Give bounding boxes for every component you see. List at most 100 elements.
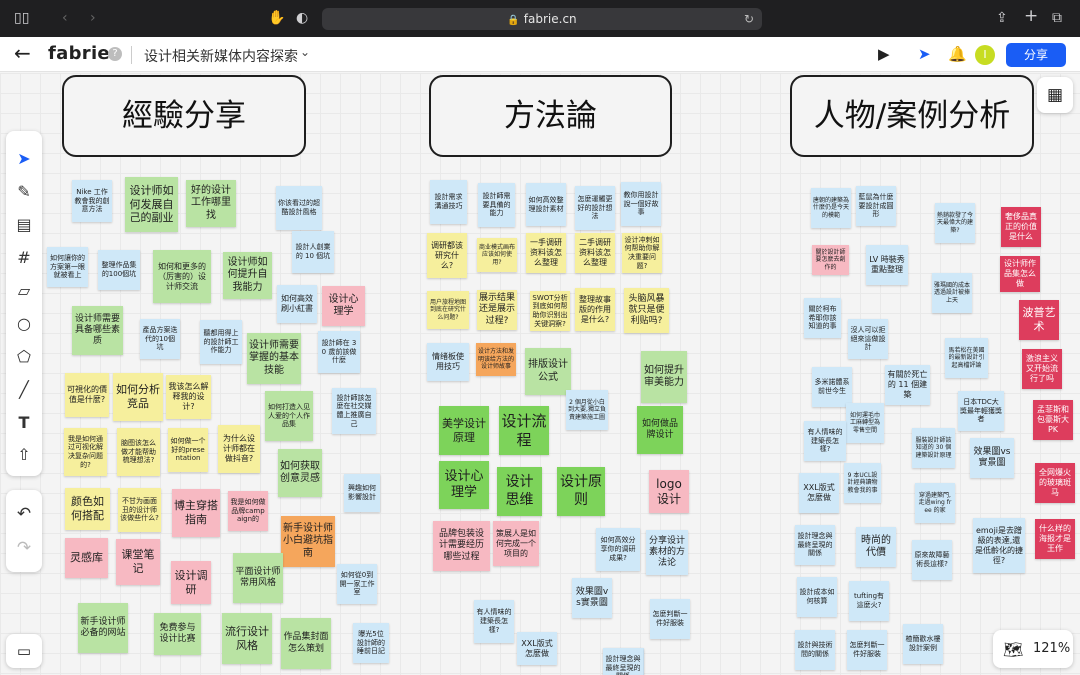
sticky-note[interactable]: 可視化的價值是什麼?	[65, 373, 109, 417]
sticky-note[interactable]: 如何提升审美能力	[641, 351, 687, 403]
sticky-note[interactable]: 如何高效刷小紅書	[277, 285, 317, 323]
line-tool-icon[interactable]: ╱	[6, 380, 42, 400]
sticky-note[interactable]: 排版设计公式	[525, 348, 571, 395]
sticky-note[interactable]: 免费参与设计比赛	[154, 613, 201, 655]
sticky-note[interactable]: 商业模式画布应该如何使用?	[477, 238, 517, 272]
upload-icon[interactable]: ⇧	[6, 445, 42, 465]
sticky-note[interactable]: 作品集封面怎么策划	[281, 618, 331, 669]
sticky-note[interactable]: 楂簡歡水樓設計案例	[903, 624, 943, 664]
sticky-note[interactable]: 颜色如何搭配	[65, 488, 110, 530]
sticky-note[interactable]: 一手调研资料该怎么整理	[526, 233, 566, 273]
sticky-note[interactable]: 如何從0到開一家工作室	[337, 564, 377, 604]
section-header[interactable]: 人物/案例分析	[790, 75, 1034, 157]
sticky-note[interactable]: 头脑风暴就只是便利贴吗?	[624, 288, 669, 333]
sticky-note[interactable]: 關於設計師要怎麼去創作的	[812, 245, 849, 275]
avatar[interactable]: I	[975, 45, 995, 65]
panel-toggle-icon[interactable]: ▭	[6, 634, 42, 668]
sticky-note[interactable]: 流行设计风格	[222, 613, 272, 664]
sticky-note[interactable]: 雅瑪國的成本透過設計被捧上天	[932, 273, 972, 313]
redo-icon[interactable]: ↷	[6, 538, 42, 558]
cursor-icon[interactable]: ➤	[918, 45, 931, 63]
sticky-note[interactable]: 2 個月從小白到大要,獨立負責建築施工圖	[566, 390, 608, 430]
sticky-note[interactable]: 穿過建築門,走過wing free 的家	[915, 483, 955, 523]
pen-tool-icon[interactable]: ✎	[6, 182, 42, 202]
extension-icon[interactable]: ✋	[268, 10, 285, 26]
sticky-note[interactable]: 波普艺术	[1019, 300, 1059, 340]
sticky-note[interactable]: 孟菲斯和包豪斯大PK	[1033, 400, 1073, 440]
sticky-note[interactable]: 設計需求溝通技巧	[430, 180, 467, 224]
sticky-note[interactable]: 品牌包装设计需要经历哪些过程	[433, 521, 490, 571]
sticky-note[interactable]: 情绪板使用技巧	[427, 343, 469, 381]
sticky-note[interactable]: 脑图该怎么做才能帮助梳理想法?	[117, 428, 160, 476]
sticky-note[interactable]: 设计师如何提升自我能力	[223, 252, 272, 299]
sticky-note[interactable]: 怎麼判斷一件好服裝	[650, 599, 690, 639]
sticky-note[interactable]: 二手调研资料该怎么整理	[575, 233, 615, 273]
sticky-note[interactable]: 產品方案迭代的10個坑	[140, 319, 180, 359]
reload-icon[interactable]: ↻	[744, 8, 754, 30]
text-tool-icon[interactable]: T	[6, 413, 42, 433]
sticky-note[interactable]: 如何和更多的（厉害的）设计师交流	[153, 250, 211, 303]
app-logo[interactable]: fabrie	[48, 43, 110, 64]
sticky-note[interactable]: 如何获取创意灵感	[278, 449, 322, 497]
sticky-note[interactable]: SWOT分析到底如何帮助你识别出关键洞察?	[530, 291, 570, 331]
sticky-note[interactable]: 怎麼運觸更好的設計想法	[575, 186, 615, 230]
sticky-note[interactable]: 设计师需要掌握的基本技能	[247, 333, 301, 384]
sticky-note[interactable]: 你该看过的超酷設計風格	[276, 186, 322, 230]
sticky-note[interactable]: 设计心理学	[439, 461, 489, 509]
sticky-note[interactable]: 唐朝的建築為什麼仍是今天的模範	[811, 188, 851, 228]
sticky-note[interactable]: 原來故障藝術長這樣?	[912, 540, 952, 580]
sticky-note[interactable]: 如何高效整理設計素材	[526, 183, 566, 226]
sticky-note[interactable]: 效果圖vs實景圖	[970, 438, 1014, 478]
sticky-note[interactable]: 日本TDC大獎最年輕獲獎者	[958, 391, 1004, 431]
sticky-note[interactable]: 分享设计素材的方法论	[646, 530, 688, 575]
sticky-note[interactable]: 策展人是如何完成一个项目的	[493, 521, 539, 566]
sticky-note[interactable]: 设计流程	[499, 406, 549, 455]
sticky-note[interactable]: 奢侈品真正的价值是什么	[1001, 207, 1041, 247]
sticky-note[interactable]: 如何做品牌设计	[637, 406, 683, 454]
sticky-note[interactable]: 設計人創業的 10 個坑	[292, 231, 334, 273]
sticky-note[interactable]: 设计师作品集怎么做	[1000, 256, 1040, 292]
sticky-note[interactable]: 美学设计原理	[439, 406, 489, 455]
sticky-note[interactable]: 聽都用得上的設計師工作能力	[200, 320, 242, 364]
sticky-note[interactable]: 我该怎么解释我的设计?	[166, 375, 211, 419]
section-header[interactable]: 方法論	[429, 75, 672, 157]
share-button[interactable]: 分享	[1006, 43, 1066, 67]
map-icon[interactable]: 🗺	[1003, 640, 1023, 659]
sticky-note[interactable]: 整理故事版的作用是什么?	[575, 288, 615, 331]
sticky-note[interactable]: 灵感库	[65, 538, 108, 578]
sticky-note[interactable]: 設計與技術間的關係	[795, 630, 835, 670]
layout-tool-icon[interactable]: ▤	[6, 215, 42, 235]
sticky-note[interactable]: 興趣如何影響設計	[344, 474, 380, 512]
sticky-note[interactable]: 设计原则	[557, 467, 605, 516]
help-icon[interactable]: ?	[108, 47, 122, 61]
sticky-note[interactable]: XXL版式怎麼做	[799, 473, 839, 513]
sticky-note[interactable]: 設計師該怎麼在社交媒體上推廣自己	[332, 388, 376, 434]
sticky-note[interactable]: 新手设计师小白避坑指南	[281, 516, 335, 567]
sticky-note[interactable]: emoji是去蹭級的表達,還是低齡化的捷徑?	[973, 518, 1025, 573]
table-icon[interactable]: ▦	[1037, 77, 1073, 113]
back-arrow-icon[interactable]: ‹	[62, 10, 68, 26]
sticky-note[interactable]: 如何讓你的方案第一眼就被看上	[47, 247, 88, 287]
present-icon[interactable]: ▶	[878, 45, 890, 63]
sticky-note[interactable]: 好的设计工作哪里找	[186, 180, 236, 227]
sticky-note[interactable]: 有人情味的建築長怎樣?	[804, 421, 846, 461]
chevron-down-icon[interactable]: ⌄	[300, 45, 310, 59]
sticky-note[interactable]: 设计心理学	[322, 286, 365, 326]
sticky-note[interactable]: 展示结果还是展示过程?	[477, 290, 517, 330]
sticky-note[interactable]: 設計師需要具備的能力	[478, 183, 515, 227]
sticky-note[interactable]: 设计思维	[497, 467, 542, 516]
sticky-note[interactable]: 設計理念與最終呈現的關係	[795, 525, 835, 565]
shield-icon[interactable]: ◐	[296, 10, 308, 26]
sticky-note[interactable]: 我是如何通过可视化解决复杂问题的?	[64, 428, 107, 476]
sticky-note[interactable]: 平面设计师常用风格	[233, 553, 283, 603]
sticky-note[interactable]: 我是如何做品牌campaign的	[228, 491, 268, 531]
sticky-note[interactable]: 沒人可以拒絕來這做設計	[848, 319, 888, 359]
sticky-note[interactable]: 馬若松在美國的最新設計引起高檔評論	[945, 338, 988, 378]
sticky-note[interactable]: 服裝設計師該知道的 30 個建築設計原理	[912, 428, 955, 468]
url-bar[interactable]: 🔒 fabrie.cn ↻	[322, 8, 762, 30]
share-sheet-icon[interactable]: ⇪	[996, 10, 1008, 26]
sticky-note[interactable]: 设计冲刺如何帮助你解决重要问题?	[622, 233, 662, 273]
board-title[interactable]: 设计相关新媒体内容探索	[144, 46, 298, 66]
sticky-note[interactable]: 设计方法和发明该给方法的设计师故事	[476, 343, 516, 376]
undo-icon[interactable]: ↶	[6, 504, 42, 524]
